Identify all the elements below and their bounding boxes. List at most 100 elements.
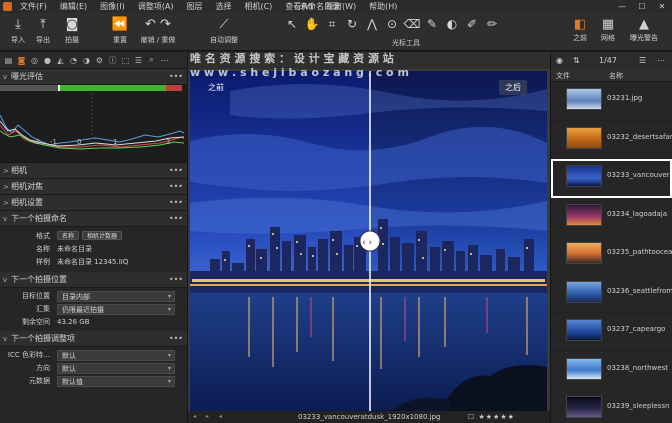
- search-tab-icon[interactable]: ⌕: [146, 55, 157, 65]
- name-field[interactable]: 未命名目录: [57, 243, 92, 256]
- import-button[interactable]: ⤓ 导入: [6, 17, 30, 45]
- export-button[interactable]: ⤒ 导出: [31, 17, 55, 45]
- sort-icon[interactable]: ⇅: [573, 52, 580, 70]
- app-logo-icon: [3, 2, 12, 11]
- annotate-tool-icon[interactable]: ✏: [482, 17, 502, 31]
- color-tab-icon[interactable]: ●: [42, 56, 53, 65]
- menu-help[interactable]: 帮助(H): [369, 0, 397, 13]
- more-icon[interactable]: •••: [169, 163, 183, 179]
- metadata-tab-icon[interactable]: ⓘ: [107, 55, 118, 66]
- sample-value: 未命名目录 12345.IIQ: [57, 258, 129, 266]
- camera-settings-section-header[interactable]: > 相机设置 •••: [0, 195, 187, 211]
- exposure-warning-button[interactable]: ▲ 曝光警告: [624, 17, 664, 43]
- more-icon[interactable]: •••: [169, 179, 183, 195]
- rating-stars[interactable]: ☐ ★★★★★: [468, 411, 515, 423]
- capture-tab-icon[interactable]: ◙: [16, 56, 27, 65]
- details-tab-icon[interactable]: ◔: [68, 56, 79, 65]
- output-tab-icon[interactable]: ⬚: [120, 56, 131, 65]
- orientation-select[interactable]: 默认 ▾: [57, 363, 175, 374]
- token-name[interactable]: 名称: [57, 231, 80, 240]
- column-name[interactable]: 名称: [609, 70, 623, 82]
- more-icon[interactable]: •••: [169, 69, 183, 85]
- undo-redo-label: 撤销 / 重做: [140, 36, 176, 44]
- undo-redo-button[interactable]: ↶ ↷ 撤销 / 重做: [136, 17, 180, 45]
- adjust-tab-icon[interactable]: ⚙: [94, 56, 105, 65]
- photo-before-after[interactable]: ‹ ›: [190, 71, 547, 411]
- auto-adjust-label: 自动调整: [210, 36, 238, 44]
- capture-label: 拍摄: [65, 36, 79, 44]
- image-viewer[interactable]: ‹ › 唯 名 资 源 搜 索 ： 设 计 宝 藏 资 源 站 w w w . …: [188, 52, 550, 423]
- menu-edit[interactable]: 编辑(E): [60, 0, 87, 13]
- list-item[interactable]: 03238_northwest: [551, 352, 672, 390]
- batch-tab-icon[interactable]: ☰: [133, 56, 144, 65]
- brush-tool-icon[interactable]: ✎: [422, 17, 442, 31]
- browser-more-icon[interactable]: ⋯: [657, 52, 665, 70]
- library-tab-icon[interactable]: ▤: [3, 56, 14, 65]
- picker-tool-icon[interactable]: ✐: [462, 17, 482, 31]
- toolbar: ⤓ 导入 ⤒ 导出 ◙ 拍摄 ⏪ 重置 ↶ ↷ 撤销 / 重做 ⟋ 自动调整 ↖…: [0, 13, 672, 51]
- minimize-button[interactable]: —: [612, 0, 632, 13]
- reset-button[interactable]: ⏪ 重置: [108, 17, 132, 45]
- rotate-tool-icon[interactable]: ↻: [342, 17, 362, 31]
- before-after-button[interactable]: ◧ 之前: [568, 17, 592, 43]
- camera-focus-section-header[interactable]: > 相机对焦 •••: [0, 179, 187, 195]
- format-tokens[interactable]: 名称 相机计数器: [57, 230, 125, 243]
- before-label: 之前: [208, 83, 224, 92]
- auto-adjust-button[interactable]: ⟋ 自动调整: [206, 17, 242, 45]
- next-location-section-header[interactable]: v 下一个拍摄位置 •••: [0, 272, 187, 288]
- lens-tab-icon[interactable]: ◎: [29, 56, 40, 65]
- select-cursor-icon[interactable]: ↖: [282, 17, 302, 31]
- thumbnail: [566, 88, 602, 110]
- maximize-button[interactable]: ☐: [632, 0, 652, 13]
- warning-icon: ▲: [639, 17, 649, 32]
- thumbnail: [566, 203, 602, 226]
- list-item[interactable]: 03235_pathtoocea: [551, 236, 672, 275]
- menu-select[interactable]: 选择: [215, 0, 231, 13]
- more-icon[interactable]: •••: [169, 331, 183, 347]
- destination-select[interactable]: 目录内部 ▾: [57, 291, 175, 302]
- column-file[interactable]: 文件: [556, 70, 570, 82]
- next-adjust-section-header[interactable]: v 下一个拍摄调整项 •••: [0, 331, 187, 347]
- more-icon[interactable]: •••: [169, 272, 183, 288]
- eraser-tool-icon[interactable]: ⌫: [402, 17, 422, 31]
- capture-button[interactable]: ◙ 拍摄: [60, 17, 84, 45]
- list-item[interactable]: 03237_capeargo: [551, 313, 672, 352]
- list-item[interactable]: 03234_lagoadaja: [551, 198, 672, 236]
- list-item[interactable]: 03232_desertsafari: [551, 121, 672, 159]
- keystone-tool-icon[interactable]: ⋀: [362, 17, 382, 31]
- grid-button[interactable]: ▦ 网格: [596, 17, 620, 43]
- gradient-tool-icon[interactable]: ◐: [442, 17, 462, 31]
- collection-select[interactable]: 仍限最近拍摄 ▾: [57, 304, 175, 315]
- list-item-name: 03235_pathtoocea: [607, 248, 672, 256]
- exposure-tab-icon[interactable]: ◭: [55, 56, 66, 65]
- camera-section-header[interactable]: > 相机 •••: [0, 163, 187, 179]
- list-item-selected[interactable]: 03233_vancouver: [551, 159, 672, 198]
- more-icon[interactable]: •••: [169, 195, 183, 211]
- list-item[interactable]: 03239_sleeplessn: [551, 390, 672, 423]
- exposure-section-header[interactable]: v 曝光评估 •••: [0, 69, 187, 85]
- spot-tool-icon[interactable]: ⊙: [382, 17, 402, 31]
- icc-select[interactable]: 默认 ▾: [57, 350, 175, 361]
- list-item[interactable]: 03236_seattlefrom: [551, 275, 672, 313]
- menu-layers[interactable]: 图层: [186, 0, 202, 13]
- menu-adjustments[interactable]: 调整项(A): [138, 0, 174, 13]
- camera-settings-section-title: 相机设置: [11, 198, 43, 207]
- hand-tool-icon[interactable]: ✋: [302, 17, 322, 31]
- viewer-nav-arrows[interactable]: ◂ ▸ ◂: [193, 411, 226, 423]
- metadata-select[interactable]: 默认值 ▾: [57, 376, 175, 387]
- next-naming-section-header[interactable]: v 下一个拍摄命名 •••: [0, 211, 187, 227]
- list-item[interactable]: 03231.jpg: [551, 82, 672, 121]
- more-icon[interactable]: •••: [169, 211, 183, 227]
- token-counter[interactable]: 相机计数器: [82, 231, 123, 240]
- menu-camera[interactable]: 相机(C): [244, 0, 272, 13]
- list-item-name: 03236_seattlefrom: [607, 286, 672, 295]
- crop-tool-icon[interactable]: ⌗: [322, 17, 342, 32]
- eye-icon[interactable]: ◉: [556, 52, 563, 70]
- menu-image[interactable]: 图像(I): [100, 0, 125, 13]
- local-tab-icon[interactable]: ◑: [81, 56, 92, 65]
- more-tab-icon[interactable]: ⋯: [159, 56, 170, 65]
- list-item-name: 03239_sleeplessn: [607, 402, 670, 410]
- close-button[interactable]: ✕: [652, 0, 672, 13]
- list-view-icon[interactable]: ☰: [639, 52, 646, 70]
- menu-file[interactable]: 文件(F): [20, 0, 47, 13]
